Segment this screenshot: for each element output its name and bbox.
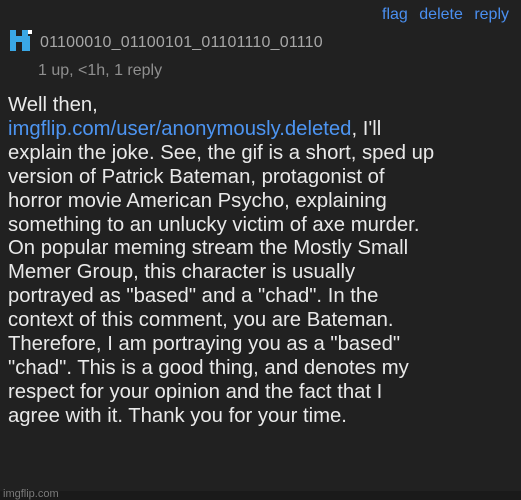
reply-button[interactable]: reply	[474, 6, 509, 23]
user-profile-link[interactable]: imgflip.com/user/anonymously.deleted	[8, 118, 351, 140]
comment-after-link: , I'll	[351, 117, 382, 140]
flag-button[interactable]: flag	[382, 6, 408, 23]
username-link[interactable]: 01100010_01100101_01101110_01110	[40, 34, 323, 52]
comment-meta: 1 up, <1h, 1 reply	[38, 62, 163, 79]
comment-intro: Well then,	[8, 94, 98, 116]
bottom-bar	[0, 491, 521, 500]
comment-card: flag delete reply 01100010_01100101_0110…	[0, 0, 521, 500]
delete-button[interactable]: delete	[419, 6, 463, 23]
comment-text: explain the joke. See, the gif is a shor…	[8, 141, 435, 427]
comment-actions: flag delete reply	[375, 6, 509, 24]
pixel-avatar-icon[interactable]	[8, 27, 34, 53]
watermark: imgflip.com	[3, 488, 59, 500]
comment-body: Well then, imgflip.com/user/anonymously.…	[8, 94, 513, 429]
